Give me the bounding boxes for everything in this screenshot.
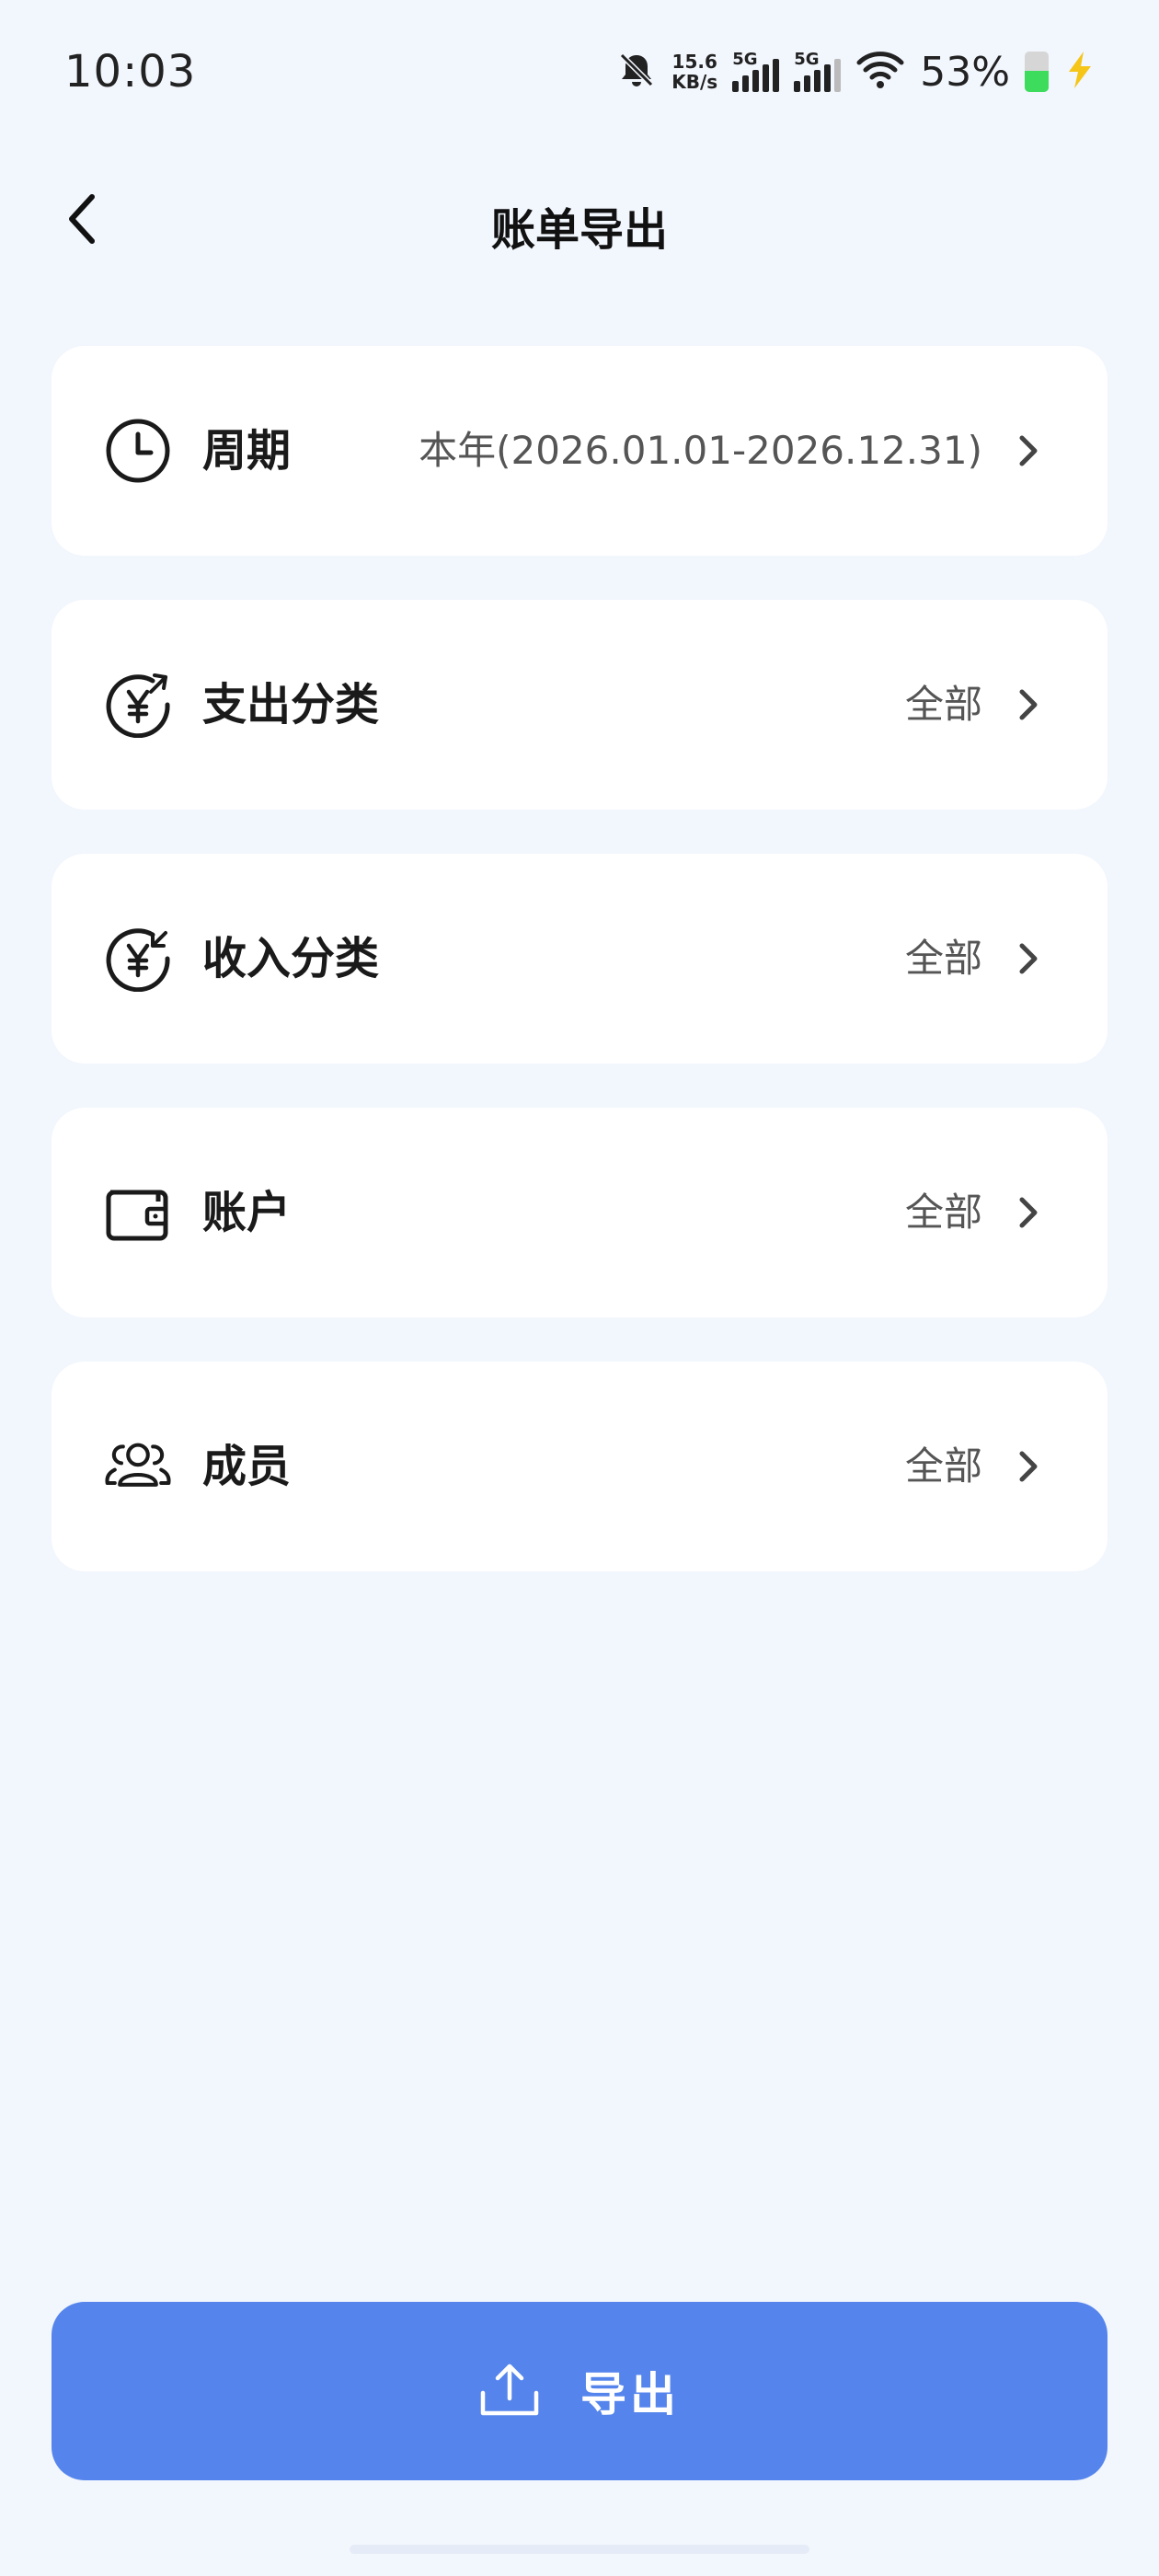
- income-category-value: 全部: [904, 936, 982, 981]
- net-speed-value: 15.6: [671, 51, 717, 73]
- chevron-right-icon: [1006, 429, 1050, 473]
- export-button[interactable]: 导出: [52, 2302, 1107, 2480]
- period-row[interactable]: 周期 本年(2026.01.01-2026.12.31): [52, 346, 1107, 556]
- expense-category-row[interactable]: 支出分类 全部: [52, 600, 1107, 810]
- page-title: 账单导出: [490, 204, 668, 256]
- status-icons: 15.6 KB/s 5G 5G 53%: [616, 48, 1095, 96]
- bell-muted-icon: [616, 50, 657, 94]
- battery-icon: [1025, 52, 1049, 92]
- status-time: 10:03: [64, 46, 197, 98]
- expense-category-value: 全部: [904, 682, 982, 727]
- upload-icon: [479, 2362, 540, 2421]
- battery-fill: [1025, 70, 1049, 92]
- wifi-icon: [855, 50, 905, 94]
- net-speed-unit: KB/s: [671, 71, 718, 93]
- chevron-right-icon: [1006, 1444, 1050, 1489]
- account-value: 全部: [904, 1190, 982, 1235]
- account-label: 账户: [202, 1187, 292, 1238]
- export-options: 周期 本年(2026.01.01-2026.12.31) 支出分类 全部 收入分…: [52, 346, 1107, 1616]
- member-value: 全部: [904, 1443, 982, 1489]
- chevron-right-icon: [1006, 1190, 1050, 1235]
- signal-icon: 5G: [732, 50, 780, 92]
- export-button-label: 导出: [580, 2368, 680, 2421]
- battery-percent: 53%: [920, 48, 1010, 96]
- period-label: 周期: [202, 425, 292, 477]
- charging-bolt-icon: [1063, 50, 1095, 94]
- signal-icon-2: 5G: [794, 50, 842, 92]
- yuan-in-icon: [105, 926, 171, 992]
- member-row[interactable]: 成员 全部: [52, 1362, 1107, 1571]
- clock-icon: [105, 418, 171, 484]
- sim2-label: 5G: [794, 50, 820, 69]
- sim1-label: 5G: [732, 50, 758, 69]
- account-row[interactable]: 账户 全部: [52, 1108, 1107, 1317]
- expense-category-label: 支出分类: [202, 679, 380, 730]
- chevron-right-icon: [1006, 937, 1050, 981]
- period-value: 本年(2026.01.01-2026.12.31): [419, 428, 982, 473]
- members-icon: [105, 1433, 171, 1500]
- home-indicator[interactable]: [350, 2545, 809, 2554]
- wallet-icon: [105, 1179, 171, 1246]
- income-category-row[interactable]: 收入分类 全部: [52, 854, 1107, 1064]
- member-label: 成员: [202, 1441, 292, 1492]
- page-header: 账单导出: [0, 166, 1159, 276]
- net-speed: 15.6 KB/s: [671, 52, 717, 92]
- income-category-label: 收入分类: [202, 933, 380, 984]
- yuan-out-icon: [105, 672, 171, 738]
- status-bar: 10:03 15.6 KB/s 5G 5G 53%: [0, 0, 1159, 147]
- chevron-right-icon: [1006, 683, 1050, 727]
